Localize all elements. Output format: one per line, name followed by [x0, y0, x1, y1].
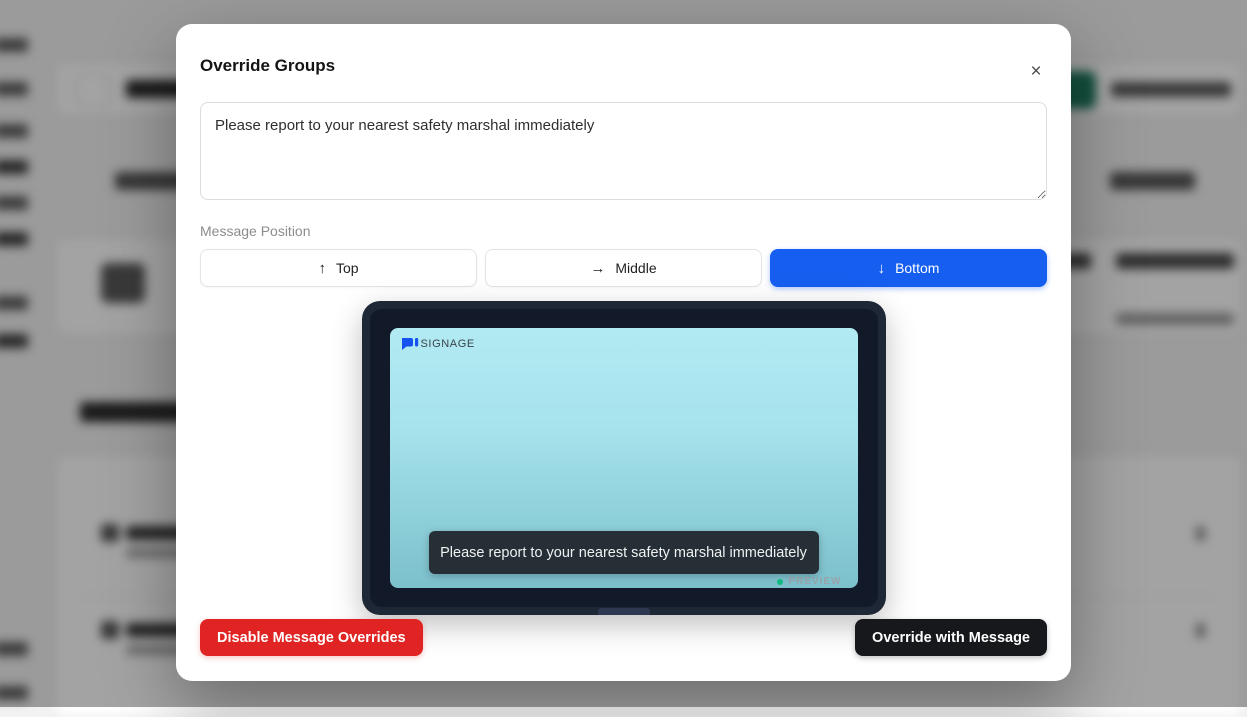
message-position-group: ↑ Top → Middle ↓ Bottom	[200, 249, 1047, 287]
arrow-right-icon: →	[590, 260, 605, 277]
override-message-input[interactable]: Please report to your nearest safety mar…	[200, 102, 1047, 200]
preview-area: SIGNAGE Please report to your nearest sa…	[200, 301, 1047, 615]
arrow-down-icon: ↓	[878, 260, 886, 277]
position-top-button[interactable]: ↑ Top	[200, 249, 477, 287]
preview-message-bar: Please report to your nearest safety mar…	[429, 531, 819, 574]
tv-screen-preview: SIGNAGE Please report to your nearest sa…	[390, 328, 858, 588]
position-top-label: Top	[336, 260, 359, 276]
tv-stand	[598, 608, 650, 615]
pisignage-logo-icon	[402, 338, 419, 350]
preview-indicator: PREVIEW	[777, 576, 841, 587]
position-middle-label: Middle	[615, 260, 656, 276]
tv-inner-bezel: SIGNAGE Please report to your nearest sa…	[370, 309, 878, 607]
tv-frame: SIGNAGE Please report to your nearest sa…	[362, 301, 886, 615]
pisignage-logo: SIGNAGE	[402, 338, 475, 350]
modal-footer: Disable Message Overrides Override with …	[200, 619, 1047, 656]
disable-message-overrides-button[interactable]: Disable Message Overrides	[200, 619, 423, 656]
position-bottom-label: Bottom	[895, 260, 939, 276]
arrow-up-icon: ↑	[318, 260, 326, 277]
close-icon[interactable]: ×	[1025, 60, 1047, 82]
override-with-message-button[interactable]: Override with Message	[855, 619, 1047, 656]
status-dot-icon	[777, 579, 783, 585]
position-middle-button[interactable]: → Middle	[485, 249, 762, 287]
brand-text: SIGNAGE	[421, 338, 475, 350]
override-groups-modal: Override Groups × Please report to your …	[176, 24, 1071, 681]
position-bottom-button[interactable]: ↓ Bottom	[770, 249, 1047, 287]
modal-title: Override Groups	[200, 56, 1047, 76]
preview-status-label: PREVIEW	[788, 576, 841, 587]
message-position-label: Message Position	[200, 223, 1047, 239]
